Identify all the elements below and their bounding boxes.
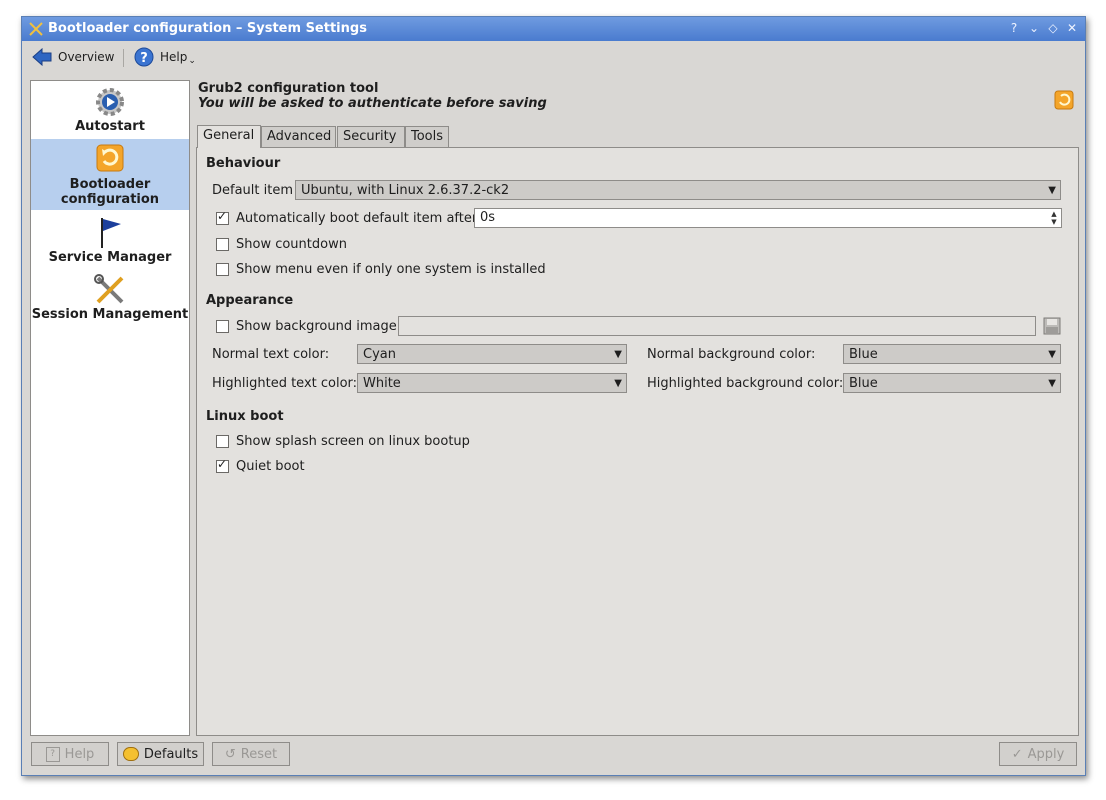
spin-arrows-icon[interactable]: ▲ ▼ — [1048, 210, 1060, 226]
hl-text-color-label: Highlighted text color: — [212, 376, 358, 391]
window-title: Bootloader configuration – System Settin… — [48, 21, 367, 36]
help-menu-button[interactable]: ? Help ⌄ — [134, 46, 196, 68]
hl-text-color-value: White — [363, 376, 401, 391]
section-linux-boot: Linux boot — [206, 409, 284, 424]
sidebar-item-label: Session Management — [31, 307, 189, 322]
chevron-down-icon: ▼ — [614, 349, 622, 360]
normal-text-color-select[interactable]: Cyan ▼ — [357, 344, 627, 364]
autoboot-timeout-value: 0s — [480, 210, 496, 225]
flag-icon — [101, 218, 121, 248]
chevron-down-icon: ▼ — [1048, 185, 1056, 196]
chevron-down-icon: ⌄ — [188, 56, 196, 66]
toolbar-separator — [123, 49, 124, 67]
section-behaviour: Behaviour — [206, 156, 281, 171]
help-circle-icon: ? — [134, 47, 154, 67]
default-item-value: Ubuntu, with Linux 2.6.37.2-ck2 — [301, 183, 510, 198]
help-button[interactable]: ? Help — [31, 742, 109, 766]
module-title: Grub2 configuration tool — [198, 81, 379, 96]
normal-text-color-value: Cyan — [363, 347, 396, 362]
checkbox-box — [216, 209, 229, 225]
hl-bg-color-value: Blue — [849, 376, 878, 391]
chevron-down-icon: ▼ — [1048, 378, 1056, 389]
checkbox-box — [216, 238, 229, 251]
default-item-label: Default item — [212, 183, 294, 198]
apply-button[interactable]: ✓ Apply — [999, 742, 1077, 766]
countdown-label: Show countdown — [236, 237, 347, 252]
chevron-down-icon: ▼ — [614, 378, 622, 389]
hl-text-color-select[interactable]: White ▼ — [357, 373, 627, 393]
reset-button-label: Reset — [240, 746, 278, 762]
show-menu-checkbox[interactable]: Show menu even if only one system is ins… — [216, 262, 546, 277]
countdown-checkbox[interactable]: Show countdown — [216, 237, 347, 252]
sidebar-item-service-manager[interactable]: Service Manager — [31, 216, 189, 270]
close-icon[interactable]: ✕ — [1064, 20, 1080, 36]
tab-general[interactable]: General — [197, 125, 261, 148]
autoboot-timeout-spinbox[interactable]: 0s ▲ ▼ — [474, 208, 1062, 228]
overview-button[interactable]: Overview — [32, 46, 115, 68]
normal-bg-color-value: Blue — [849, 347, 878, 362]
checkbox-box — [216, 457, 229, 473]
gear-icon — [96, 88, 124, 116]
hl-bg-color-select[interactable]: Blue ▼ — [843, 373, 1061, 393]
help-label: Help — [160, 50, 188, 64]
splash-checkbox[interactable]: Show splash screen on linux bootup — [216, 434, 470, 449]
toolbar: Overview ? Help ⌄ — [22, 41, 1085, 73]
quiet-boot-label: Quiet boot — [236, 459, 305, 474]
maximize-icon[interactable]: ◇ — [1045, 20, 1061, 36]
splash-label: Show splash screen on linux bootup — [236, 434, 470, 449]
normal-bg-color-select[interactable]: Blue ▼ — [843, 344, 1061, 364]
apply-check-icon: ✓ — [1011, 746, 1023, 762]
bg-image-label: Show background image — [236, 319, 397, 334]
default-item-select[interactable]: Ubuntu, with Linux 2.6.37.2-ck2 ▼ — [295, 180, 1061, 200]
help-icon[interactable]: ? — [1006, 20, 1022, 36]
svg-text:?: ? — [140, 51, 148, 66]
apply-button-label: Apply — [1027, 746, 1065, 762]
wrench-screwdriver-icon — [94, 274, 124, 304]
minimize-icon[interactable]: ⌄ — [1026, 20, 1042, 36]
reset-icon: ↺ — [224, 746, 236, 762]
title-bar[interactable]: Bootloader configuration – System Settin… — [22, 17, 1085, 41]
module-subtitle: You will be asked to authenticate before… — [198, 96, 547, 111]
sidebar-item-session-management[interactable]: Session Management — [31, 273, 189, 343]
reset-button[interactable]: ↺ Reset — [212, 742, 290, 766]
section-appearance: Appearance — [206, 293, 294, 308]
show-menu-label: Show menu even if only one system is ins… — [236, 262, 546, 277]
checkbox-box — [216, 320, 229, 333]
module-header: Grub2 configuration tool You will be ask… — [198, 81, 547, 111]
hl-bg-color-label: Highlighted background color: — [647, 376, 844, 391]
main-window: Bootloader configuration – System Settin… — [21, 16, 1086, 776]
normal-text-color-label: Normal text color: — [212, 347, 330, 362]
bootloader-icon — [1054, 90, 1074, 110]
tools-icon — [29, 22, 43, 36]
back-arrow-icon — [32, 48, 52, 66]
tab-tools[interactable]: Tools — [405, 126, 449, 148]
defaults-icon — [122, 747, 139, 761]
tab-advanced[interactable]: Advanced — [261, 126, 336, 148]
normal-bg-color-label: Normal background color: — [647, 347, 816, 362]
general-panel: Behaviour Default item Ubuntu, with Linu… — [196, 147, 1079, 736]
autoboot-checkbox[interactable]: Automatically boot default item after — [216, 209, 478, 226]
help-book-icon: ? — [45, 746, 60, 762]
autoboot-label: Automatically boot default item after — [236, 211, 478, 226]
checkbox-box — [216, 435, 229, 448]
sidebar-item-autostart[interactable]: Autostart — [31, 85, 189, 139]
bootloader-icon — [96, 144, 124, 172]
help-button-label: Help — [64, 746, 95, 762]
tab-security[interactable]: Security — [337, 126, 405, 148]
sidebar-item-label: Service Manager — [48, 250, 172, 265]
sidebar-item-label: Autostart — [75, 119, 145, 134]
save-icon[interactable] — [1043, 317, 1061, 335]
bg-image-checkbox[interactable]: Show background image — [216, 319, 397, 334]
sidebar-item-label: Bootloader configuration — [60, 177, 160, 207]
checkbox-box — [216, 263, 229, 276]
defaults-button[interactable]: Defaults — [117, 742, 204, 766]
sidebar: Autostart Bootloader configuration Servi… — [30, 80, 190, 736]
quiet-boot-checkbox[interactable]: Quiet boot — [216, 457, 305, 474]
defaults-button-label: Defaults — [143, 746, 199, 762]
sidebar-item-bootloader[interactable]: Bootloader configuration — [31, 139, 189, 210]
bg-image-path-field[interactable] — [398, 316, 1036, 336]
overview-label: Overview — [58, 50, 115, 64]
chevron-down-icon: ▼ — [1048, 349, 1056, 360]
